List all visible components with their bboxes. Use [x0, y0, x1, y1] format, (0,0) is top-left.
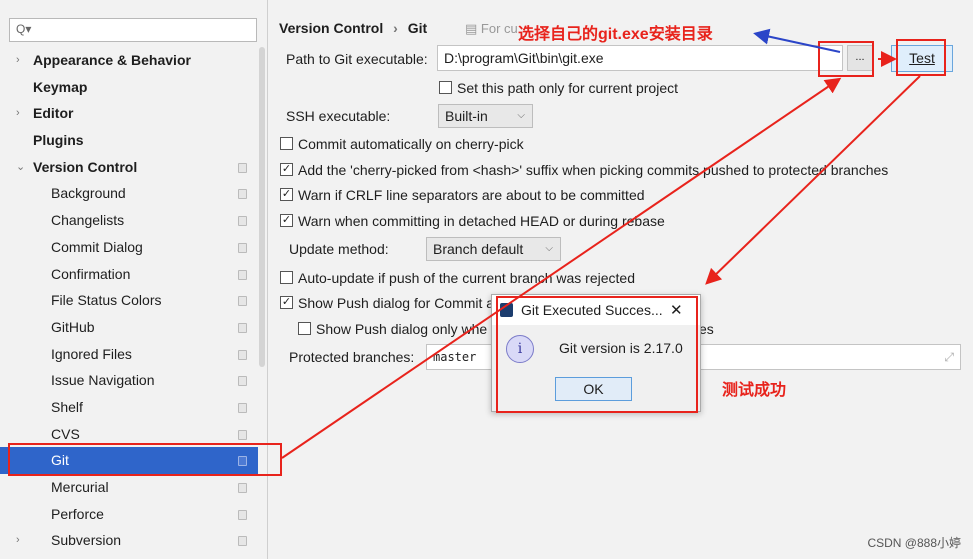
- sidebar-item-label: Confirmation: [51, 265, 131, 282]
- project-settings-icon: [238, 189, 247, 200]
- project-settings-icon: [238, 509, 247, 520]
- sidebar-item-label: Appearance & Behavior: [33, 52, 191, 68]
- sidebar-item-appearance-behavior[interactable]: › Appearance & Behavior: [0, 47, 258, 74]
- sidebar-item-editor[interactable]: › Editor: [0, 100, 258, 127]
- sidebar-item-label: Plugins: [33, 132, 84, 149]
- sidebar-item-label: Perforce: [51, 505, 104, 522]
- annotation-box-dialog: [496, 296, 698, 413]
- sidebar-item-keymap[interactable]: Keymap: [0, 74, 258, 101]
- sidebar-item-label: Keymap: [33, 78, 88, 95]
- show-push-only-label: Show Push dialog only whe: [316, 321, 488, 337]
- sidebar-item-mercurial[interactable]: Mercurial: [0, 474, 258, 501]
- sidebar-item-plugins[interactable]: Plugins: [0, 127, 258, 154]
- project-settings-icon: [238, 296, 247, 307]
- project-settings-icon: [238, 216, 247, 227]
- project-settings-icon: [238, 162, 247, 173]
- sidebar-item-label: Issue Navigation: [51, 372, 155, 389]
- update-method-select[interactable]: Branch default ⌵: [426, 237, 561, 261]
- git-settings-panel: Version Control › Git ▤ For cu Path to G…: [269, 0, 973, 559]
- protected-branches-label: Protected branches:: [289, 349, 415, 365]
- sidebar-item-confirmation[interactable]: Confirmation: [0, 261, 258, 288]
- sidebar-item-label: Subversion: [51, 532, 122, 549]
- sidebar-item-commit-dialog[interactable]: Commit Dialog: [0, 234, 258, 261]
- settings-search-input[interactable]: Q▾: [9, 18, 257, 42]
- ssh-select[interactable]: Built-in ⌵: [438, 104, 533, 128]
- chevron-down-icon: ⌵: [545, 243, 553, 254]
- annotation-box-git: [8, 443, 282, 476]
- sidebar-item-ignored-files[interactable]: Ignored Files: [0, 341, 258, 368]
- sidebar-item-shelf[interactable]: Shelf: [0, 394, 258, 421]
- sidebar-scrollbar[interactable]: [259, 47, 265, 367]
- sidebar-item-label: GitHub: [51, 318, 95, 335]
- sidebar-item-perforce[interactable]: Perforce: [0, 501, 258, 528]
- sidebar-item-label: Ignored Files: [51, 345, 132, 362]
- project-settings-icon: [238, 376, 247, 387]
- sidebar-item-label: Shelf: [51, 398, 83, 415]
- sidebar-item-changelists[interactable]: Changelists: [0, 207, 258, 234]
- chevron-right-icon[interactable]: ›: [16, 527, 20, 554]
- breadcrumb-separator: ›: [393, 20, 398, 36]
- breadcrumb-parent: Version Control: [279, 20, 384, 36]
- detached-checkbox[interactable]: ✓: [280, 214, 293, 227]
- chevron-down-icon: ⌵: [517, 110, 525, 121]
- watermark: CSDN @888小婷: [867, 536, 961, 550]
- chevron-down-icon[interactable]: ⌄: [16, 154, 25, 181]
- path-only-project-label: Set this path only for current project: [457, 80, 678, 96]
- path-label: Path to Git executable:: [286, 51, 428, 67]
- cherry-suffix-label: Add the 'cherry-picked from <hash>' suff…: [298, 162, 889, 178]
- project-settings-icon: [238, 269, 247, 280]
- detached-label: Warn when committing in detached HEAD or…: [298, 213, 665, 229]
- sidebar-item-label: Version Control: [33, 158, 138, 175]
- sidebar-item-label: Commit Dialog: [51, 238, 143, 255]
- page-icon: ▤: [465, 21, 481, 36]
- path-only-project-checkbox[interactable]: [439, 81, 452, 94]
- project-settings-icon: [238, 402, 247, 413]
- project-settings-icon: [238, 322, 247, 333]
- auto-update-label: Auto-update if push of the current branc…: [298, 270, 635, 286]
- annotation-choose-dir: 选择自己的git.exe安装目录: [518, 26, 713, 43]
- project-settings-icon: [238, 349, 247, 360]
- chevron-right-icon[interactable]: ›: [16, 100, 20, 127]
- crlf-label: Warn if CRLF line separators are about t…: [298, 187, 645, 203]
- sidebar-item-subversion[interactable]: › Subversion: [0, 527, 258, 554]
- project-settings-icon: [238, 242, 247, 253]
- sidebar-item-label: File Status Colors: [51, 292, 162, 309]
- sidebar-item-label: Changelists: [51, 212, 125, 229]
- show-push-checkbox[interactable]: ✓: [280, 296, 293, 309]
- project-settings-icon: [238, 536, 247, 547]
- annotation-box-test: [896, 39, 946, 76]
- show-push-only-checkbox[interactable]: [298, 322, 311, 335]
- breadcrumb: Version Control › Git: [279, 20, 427, 36]
- sidebar-item-version-control[interactable]: ⌄ Version Control: [0, 154, 258, 181]
- sidebar-item-background[interactable]: Background: [0, 180, 258, 207]
- show-push-label: Show Push dialog for Commit a: [298, 295, 495, 311]
- cherry-suffix-checkbox[interactable]: ✓: [280, 163, 293, 176]
- breadcrumb-current: Git: [407, 20, 428, 36]
- cherry-pick-checkbox[interactable]: [280, 137, 293, 150]
- show-push-only-label-tail: es: [699, 321, 714, 337]
- crlf-checkbox[interactable]: ✓: [280, 188, 293, 201]
- chevron-right-icon[interactable]: ›: [16, 47, 20, 74]
- annotation-test-success: 测试成功: [722, 382, 787, 399]
- ssh-label: SSH executable:: [286, 108, 391, 124]
- sidebar-item-label: Mercurial: [51, 479, 109, 495]
- project-settings-icon: [238, 429, 247, 440]
- sidebar-item-github[interactable]: GitHub: [0, 314, 258, 341]
- sidebar-item-label: Editor: [33, 105, 74, 122]
- settings-tree: › Appearance & Behavior Keymap › Editor Plugi…: [0, 47, 258, 554]
- scope-hint: ▤ For cu: [465, 21, 518, 36]
- sidebar-item-label: Background: [51, 185, 126, 202]
- expand-icon[interactable]: ⤢: [944, 345, 954, 369]
- sidebar-item-issue-navigation[interactable]: Issue Navigation: [0, 367, 258, 394]
- git-path-input[interactable]: D:\program\Git\bin\git.exe: [437, 45, 843, 71]
- project-settings-icon: [238, 483, 247, 493]
- update-method-label: Update method:: [289, 241, 389, 257]
- auto-update-checkbox[interactable]: [280, 271, 293, 284]
- sidebar-item-file-status-colors[interactable]: File Status Colors: [0, 287, 258, 314]
- annotation-box-browse: [818, 41, 874, 77]
- cherry-pick-label: Commit automatically on cherry-pick: [298, 136, 524, 152]
